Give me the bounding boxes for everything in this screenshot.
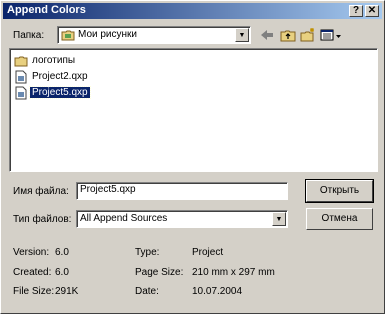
close-button[interactable]: ✕ xyxy=(365,5,379,17)
help-button[interactable]: ? xyxy=(349,5,363,17)
date-value: 10.07.2004 xyxy=(192,286,243,297)
version-label: Version: xyxy=(13,247,50,258)
chevron-down-icon[interactable]: ▼ xyxy=(235,28,249,42)
pagesize-label: Page Size: xyxy=(135,267,184,278)
filename-value: Project5.qxp xyxy=(80,184,136,195)
created-label: Created: xyxy=(13,267,52,278)
file-name: Project5.qxp xyxy=(29,86,91,99)
append-colors-dialog: Append Colors ? ✕ Папка: Мои рисунки ▼ л… xyxy=(0,0,385,314)
filetype-dropdown[interactable]: All Append Sources ▼ xyxy=(76,210,288,228)
document-icon xyxy=(15,86,27,100)
date-label: Date: xyxy=(135,286,159,297)
size-label: File Size: xyxy=(13,286,55,297)
pagesize-value: 210 mm x 297 mm xyxy=(192,267,275,278)
back-icon[interactable] xyxy=(259,27,275,43)
size-value: 291K xyxy=(55,286,79,297)
new-folder-icon[interactable] xyxy=(300,27,316,43)
open-button-label: Открыть xyxy=(319,185,360,196)
type-label: Type: xyxy=(135,247,160,258)
filename-input[interactable]: Project5.qxp xyxy=(76,182,288,200)
folder-label: Папка: xyxy=(13,30,45,41)
cancel-button[interactable]: Отмена xyxy=(306,208,373,230)
filename-label: Имя файла: xyxy=(13,186,69,197)
folder-icon xyxy=(14,56,28,67)
help-icon: ? xyxy=(352,5,360,16)
view-menu-icon[interactable] xyxy=(320,27,344,43)
open-button[interactable]: Открыть xyxy=(305,179,374,203)
filetype-value: All Append Sources xyxy=(80,213,168,224)
close-icon: ✕ xyxy=(367,5,377,16)
filetype-label: Тип файлов: xyxy=(13,214,72,225)
type-value: Project xyxy=(192,247,224,258)
created-value: 6.0 xyxy=(55,267,69,278)
cancel-button-label: Отмена xyxy=(321,213,358,224)
folder-icon xyxy=(61,30,75,41)
up-folder-icon[interactable] xyxy=(280,27,296,43)
file-list[interactable]: логотипы Project2.qxp Project5.qxp xyxy=(9,48,378,172)
chevron-down-icon[interactable]: ▼ xyxy=(272,212,286,226)
title-bar: Append Colors ? ✕ xyxy=(3,3,382,19)
file-name: Project2.qxp xyxy=(32,71,88,82)
file-name: логотипы xyxy=(32,55,76,66)
document-icon xyxy=(15,70,27,84)
window-title: Append Colors xyxy=(7,4,86,16)
version-value: 6.0 xyxy=(55,247,69,258)
folder-dropdown[interactable]: Мои рисунки ▼ xyxy=(57,26,251,44)
folder-value: Мои рисунки xyxy=(78,29,137,40)
